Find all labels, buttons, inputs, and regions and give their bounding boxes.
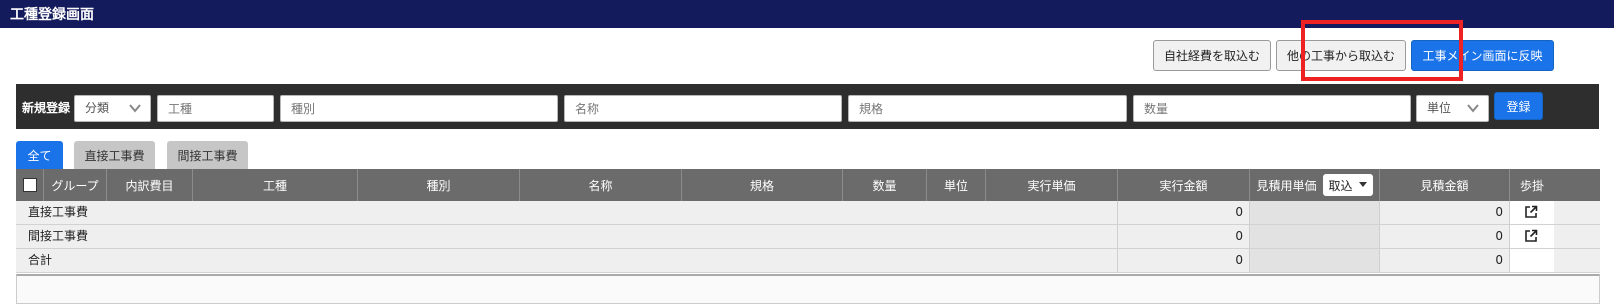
table-row-total: 合計 0 0 xyxy=(16,249,1600,273)
select-all-header xyxy=(16,169,44,201)
kind-input[interactable] xyxy=(280,95,558,122)
quantity-input[interactable] xyxy=(1133,95,1411,122)
header-exec-unit-price: 実行単価 xyxy=(986,169,1118,201)
header-name: 名称 xyxy=(520,169,682,201)
header-exec-amount: 実行金額 xyxy=(1118,169,1250,201)
import-own-expenses-button[interactable]: 自社経費を取込む xyxy=(1153,40,1271,71)
header-est-unit-price-label: 見積用単価 xyxy=(1256,178,1317,193)
header-quantity: 数量 xyxy=(843,169,927,201)
row-progress-cell xyxy=(1510,201,1554,224)
import-dropdown-label: 取込 xyxy=(1328,178,1353,193)
chevron-down-icon xyxy=(129,104,141,113)
row-est-unit-price xyxy=(1250,225,1380,248)
header-breakdown: 内訳費目 xyxy=(107,169,193,201)
header-work-type: 工種 xyxy=(193,169,358,201)
header-spec: 規格 xyxy=(682,169,843,201)
work-type-input[interactable] xyxy=(157,95,274,122)
header-est-amount: 見積金額 xyxy=(1380,169,1510,201)
import-other-work-button[interactable]: 他の工事から取込む xyxy=(1276,40,1406,71)
row-progress-cell xyxy=(1510,225,1554,248)
external-link-icon[interactable] xyxy=(1524,229,1538,243)
reflect-main-button[interactable]: 工事メイン画面に反映 xyxy=(1411,40,1554,71)
row-label: 直接工事費 xyxy=(28,201,1118,224)
table-footer-area xyxy=(16,274,1600,304)
header-progress: 歩掛 xyxy=(1519,178,1544,193)
row-est-amount: 0 xyxy=(1380,201,1510,224)
spec-input[interactable] xyxy=(848,95,1127,122)
external-link-icon[interactable] xyxy=(1524,205,1538,219)
tab-indirect-cost[interactable]: 間接工事費 xyxy=(167,141,248,169)
row-exec-amount: 0 xyxy=(1118,249,1250,272)
header-est-unit-price: 見積用単価 取込 xyxy=(1250,169,1380,201)
row-est-unit-price xyxy=(1250,201,1380,224)
row-est-unit-price xyxy=(1250,249,1380,272)
title-bar: 工種登録画面 xyxy=(0,0,1614,28)
header-group: グループ xyxy=(44,169,107,201)
unit-select[interactable]: 単位 xyxy=(1416,95,1489,122)
row-est-amount: 0 xyxy=(1380,225,1510,248)
row-label: 間接工事費 xyxy=(28,225,1118,248)
new-entry-bar: 新規登録 分類 単位 登録 xyxy=(16,84,1599,129)
header-kind: 種別 xyxy=(358,169,520,201)
tab-direct-cost[interactable]: 直接工事費 xyxy=(74,141,155,169)
category-select-value: 分類 xyxy=(85,101,110,115)
table-row: 直接工事費 0 0 xyxy=(16,201,1600,225)
import-dropdown[interactable]: 取込 xyxy=(1322,174,1373,196)
chevron-down-icon xyxy=(1467,104,1479,113)
unit-select-value: 単位 xyxy=(1427,101,1452,115)
tab-all[interactable]: 全て xyxy=(16,141,63,169)
caret-down-icon xyxy=(1358,182,1367,187)
window-title: 工種登録画面 xyxy=(10,7,94,23)
row-progress-cell xyxy=(1510,249,1554,272)
register-button[interactable]: 登録 xyxy=(1494,92,1543,120)
row-exec-amount: 0 xyxy=(1118,201,1250,224)
table-row: 間接工事費 0 0 xyxy=(16,225,1600,249)
table-header: グループ 内訳費目 工種 種別 名称 規格 数量 単位 実行単価 実行金額 見積… xyxy=(16,169,1600,201)
category-select[interactable]: 分類 xyxy=(74,95,151,122)
header-unit: 単位 xyxy=(927,169,986,201)
name-input[interactable] xyxy=(564,95,842,122)
row-label: 合計 xyxy=(28,249,1118,272)
new-entry-label: 新規登録 xyxy=(22,101,71,115)
row-exec-amount: 0 xyxy=(1118,225,1250,248)
row-est-amount: 0 xyxy=(1380,249,1510,272)
select-all-checkbox[interactable] xyxy=(22,178,37,192)
